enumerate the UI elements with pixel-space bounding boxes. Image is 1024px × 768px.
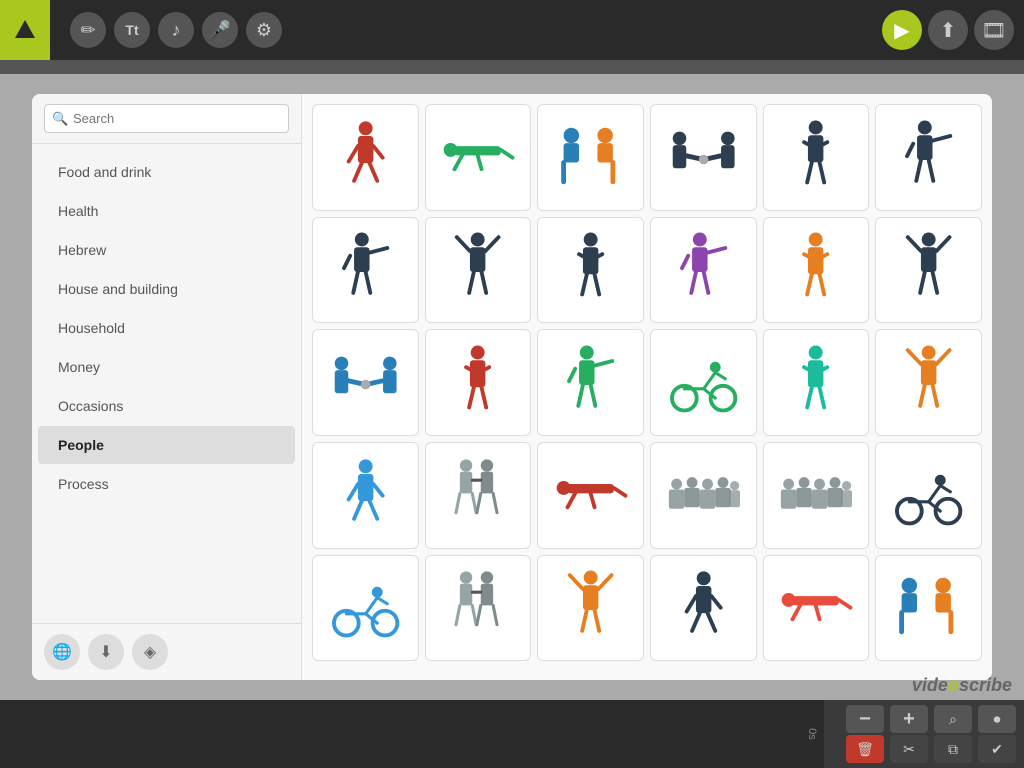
edit-controls: 🗑 ✂ ⧉ ✔ <box>846 735 1016 763</box>
settings-icon[interactable]: ⚙ <box>246 12 282 48</box>
zoom-in-button[interactable]: + <box>890 705 928 733</box>
sidebar-item-occasions[interactable]: Occasions <box>38 387 295 425</box>
zoom-controls: − + ⌕ ⏺ <box>846 705 1016 733</box>
delete-button[interactable]: 🗑 <box>846 735 884 763</box>
cut-button[interactable]: ✂ <box>890 735 928 763</box>
globe-icon[interactable]: 🌐 <box>44 634 80 670</box>
top-toolbar: ✏ Tt ♪ 🎤 ⚙ ▶ ⬆ 🎞 <box>0 0 1024 60</box>
record-button[interactable]: ⏺ <box>978 705 1016 733</box>
sidebar-item-household[interactable]: Household <box>38 309 295 347</box>
image-cell-14[interactable] <box>425 329 532 436</box>
image-cell-4[interactable] <box>650 104 757 211</box>
image-cell-19[interactable] <box>312 442 419 549</box>
logo-tab <box>0 0 50 60</box>
image-cell-8[interactable] <box>425 217 532 324</box>
category-list: Food and drinkHealthHebrewHouse and buil… <box>32 144 301 623</box>
image-grid-area <box>302 94 992 680</box>
image-cell-30[interactable] <box>875 555 982 662</box>
sidebar-footer: 🌐 ⬇ ◈ <box>32 623 301 680</box>
image-cell-15[interactable] <box>537 329 644 436</box>
image-cell-16[interactable] <box>650 329 757 436</box>
upload-icon[interactable]: ⬆ <box>928 10 968 50</box>
image-cell-9[interactable] <box>537 217 644 324</box>
music-icon[interactable]: ♪ <box>158 12 194 48</box>
logo-icon <box>13 18 37 42</box>
zoom-out-button[interactable]: − <box>846 705 884 733</box>
search-icon: 🔍 <box>52 111 68 127</box>
image-cell-22[interactable] <box>650 442 757 549</box>
panel: 🔍 Food and drinkHealthHebrewHouse and bu… <box>32 94 992 680</box>
image-cell-18[interactable] <box>875 329 982 436</box>
image-cell-1[interactable] <box>312 104 419 211</box>
image-cell-24[interactable] <box>875 442 982 549</box>
image-cell-26[interactable] <box>425 555 532 662</box>
image-cell-11[interactable] <box>763 217 870 324</box>
image-cell-23[interactable] <box>763 442 870 549</box>
image-cell-21[interactable] <box>537 442 644 549</box>
sidebar-item-house-building[interactable]: House and building <box>38 270 295 308</box>
confirm-button[interactable]: ✔ <box>978 735 1016 763</box>
image-cell-12[interactable] <box>875 217 982 324</box>
pen-icon[interactable]: ✏ <box>70 12 106 48</box>
download-icon[interactable]: ⬇ <box>88 634 124 670</box>
image-cell-10[interactable] <box>650 217 757 324</box>
image-cell-20[interactable] <box>425 442 532 549</box>
timeline-label: 0s <box>806 728 818 740</box>
image-cell-28[interactable] <box>650 555 757 662</box>
play-button[interactable]: ▶ <box>882 10 922 50</box>
sidebar-item-health[interactable]: Health <box>38 192 295 230</box>
brand-o: o <box>948 675 959 695</box>
toolbar-right: ▶ ⬆ 🎞 <box>882 10 1014 50</box>
bottom-controls: − + ⌕ ⏺ 🗑 ✂ ⧉ ✔ <box>824 700 1024 768</box>
brand-text-before: vide <box>912 675 948 695</box>
image-cell-29[interactable] <box>763 555 870 662</box>
sidebar-item-food-drink[interactable]: Food and drink <box>38 153 295 191</box>
share-icon[interactable]: ◈ <box>132 634 168 670</box>
image-cell-27[interactable] <box>537 555 644 662</box>
subtitle-bar <box>0 60 1024 74</box>
image-cell-7[interactable] <box>312 217 419 324</box>
brand-text-after: scribe <box>959 675 1012 695</box>
image-cell-13[interactable] <box>312 329 419 436</box>
bottom-bar: 0s − + ⌕ ⏺ 🗑 ✂ ⧉ ✔ <box>0 700 1024 768</box>
image-cell-2[interactable] <box>425 104 532 211</box>
sidebar-item-process[interactable]: Process <box>38 465 295 503</box>
film-icon[interactable]: 🎞 <box>974 10 1014 50</box>
mic-icon[interactable]: 🎤 <box>202 12 238 48</box>
sidebar-item-hebrew[interactable]: Hebrew <box>38 231 295 269</box>
image-cell-17[interactable] <box>763 329 870 436</box>
sidebar-item-people[interactable]: People <box>38 426 295 464</box>
text-icon[interactable]: Tt <box>114 12 150 48</box>
image-cell-6[interactable] <box>875 104 982 211</box>
image-cell-5[interactable] <box>763 104 870 211</box>
toolbar-left: ✏ Tt ♪ 🎤 ⚙ <box>70 12 282 48</box>
search-input[interactable] <box>44 104 289 133</box>
image-grid <box>312 104 982 661</box>
copy-button[interactable]: ⧉ <box>934 735 972 763</box>
search-bar: 🔍 <box>32 94 301 144</box>
sidebar-item-money[interactable]: Money <box>38 348 295 386</box>
image-cell-3[interactable] <box>537 104 644 211</box>
main-area: 🔍 Food and drinkHealthHebrewHouse and bu… <box>0 74 1024 700</box>
zoom-fit-button[interactable]: ⌕ <box>934 705 972 733</box>
sidebar: 🔍 Food and drinkHealthHebrewHouse and bu… <box>32 94 302 680</box>
branding: videoscribe <box>912 675 1012 696</box>
image-cell-25[interactable] <box>312 555 419 662</box>
timeline-area[interactable]: 0s <box>0 700 824 768</box>
